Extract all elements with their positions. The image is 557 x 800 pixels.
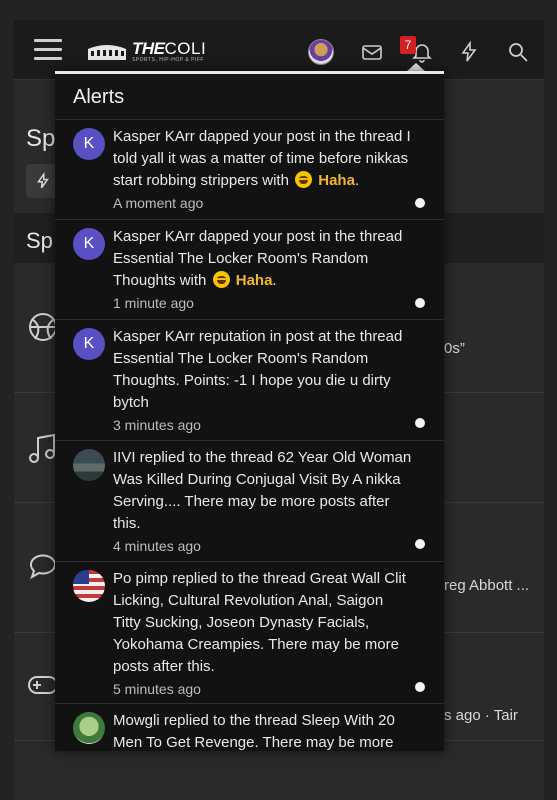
- laughing-emoji-icon: [295, 171, 313, 188]
- unread-dot[interactable]: [415, 539, 425, 549]
- avatar[interactable]: [73, 570, 105, 602]
- alert-item[interactable]: Po pimp replied to the thread Great Wall…: [55, 562, 444, 704]
- site-logo[interactable]: THECOLI SPORTS, HIP-HOP & PIFF: [86, 37, 206, 65]
- thread-snippet[interactable]: 0s”: [444, 340, 465, 357]
- alerts-popup: Alerts K Kasper KArr dapped your post in…: [55, 71, 444, 751]
- unread-dot[interactable]: [415, 682, 425, 692]
- alert-suffix: .: [272, 272, 277, 289]
- logo-coli: COLI: [164, 38, 207, 58]
- laughing-emoji-icon: [212, 271, 230, 288]
- user-avatar[interactable]: [308, 39, 334, 65]
- alert-item[interactable]: IIVI replied to the thread 62 Year Old W…: [55, 441, 444, 562]
- colosseum-logo-icon: [88, 45, 126, 60]
- thread-snippet[interactable]: reg Abbott ...: [444, 577, 529, 594]
- unread-dot[interactable]: [415, 298, 425, 308]
- alert-message[interactable]: Mowgli replied to the thread Sleep With …: [113, 710, 414, 751]
- avatar[interactable]: [73, 449, 105, 481]
- mail-icon[interactable]: [360, 40, 384, 64]
- alert-time: A moment ago: [113, 195, 204, 211]
- avatar[interactable]: [73, 712, 105, 744]
- alert-item[interactable]: K Kasper KArr dapped your post in the th…: [55, 220, 444, 320]
- alert-item[interactable]: K Kasper KArr dapped your post in the th…: [55, 120, 444, 220]
- alert-message: Kasper KArr dapped your post in the thre…: [113, 128, 411, 189]
- reaction-label: Haha: [235, 272, 273, 289]
- logo-the: THE: [132, 38, 165, 58]
- avatar[interactable]: K: [73, 228, 105, 260]
- page-title: Sp: [26, 125, 56, 152]
- avatar[interactable]: K: [73, 328, 105, 360]
- unread-dot[interactable]: [415, 418, 425, 428]
- bolt-icon[interactable]: [457, 40, 481, 64]
- alerts-title: Alerts: [55, 74, 444, 120]
- alert-time: 1 minute ago: [113, 295, 194, 311]
- avatar[interactable]: K: [73, 128, 105, 160]
- alert-text[interactable]: Kasper KArr dapped your post in the thre…: [113, 126, 414, 192]
- alert-item[interactable]: Mowgli replied to the thread Sleep With …: [55, 704, 444, 751]
- alert-message[interactable]: Po pimp replied to the thread Great Wall…: [113, 568, 414, 678]
- alert-text[interactable]: Kasper KArr dapped your post in the thre…: [113, 226, 414, 292]
- alert-suffix: .: [354, 172, 360, 189]
- alert-time: 3 minutes ago: [113, 417, 201, 433]
- bolt-icon: [37, 172, 49, 189]
- thread-snippet[interactable]: s ago · Tair: [444, 707, 518, 724]
- alert-time: 4 minutes ago: [113, 538, 201, 554]
- alert-message[interactable]: IIVI replied to the thread 62 Year Old W…: [113, 447, 414, 535]
- search-icon[interactable]: [506, 40, 530, 64]
- alert-item[interactable]: K Kasper KArr reputation in post at the …: [55, 320, 444, 441]
- reaction-label: Haha: [318, 172, 355, 189]
- alerts-count-badge[interactable]: 7: [400, 36, 416, 54]
- alert-time: 5 minutes ago: [113, 681, 201, 697]
- menu-icon[interactable]: [34, 39, 62, 61]
- app-screen: THECOLI SPORTS, HIP-HOP & PIFF 7 Sp Sp 0…: [14, 20, 544, 800]
- section-title: Sp: [26, 228, 53, 253]
- unread-dot[interactable]: [415, 198, 425, 208]
- logo-tagline: SPORTS, HIP-HOP & PIFF: [132, 56, 204, 63]
- alert-message[interactable]: Kasper KArr reputation in post at the th…: [113, 326, 414, 414]
